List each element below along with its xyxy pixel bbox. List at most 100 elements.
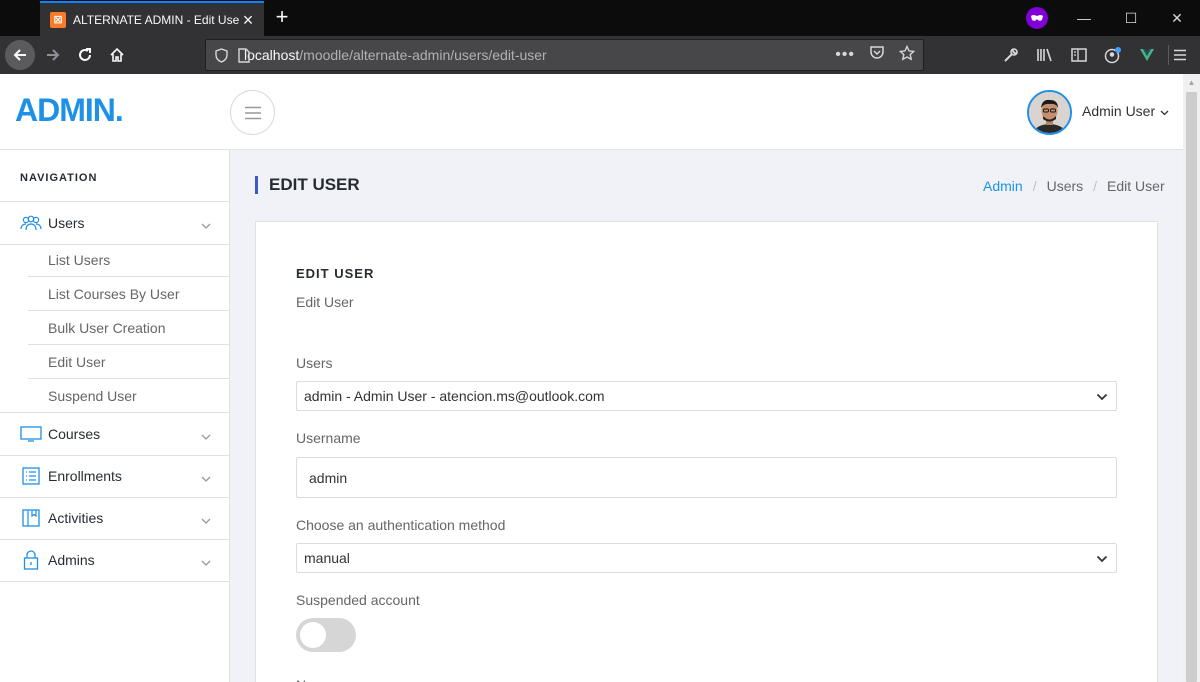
list-icon (20, 467, 42, 485)
chevron-down-icon (1096, 550, 1108, 566)
suspended-toggle[interactable] (296, 618, 356, 652)
wrench-icon[interactable] (1000, 45, 1022, 65)
toolbar-icons (1000, 45, 1158, 65)
sidebar: NAVIGATION Users List Users List Courses… (0, 150, 230, 682)
scroll-thumb[interactable] (1186, 92, 1197, 682)
page-title: EDIT USER (255, 176, 360, 194)
users-label: Users (296, 355, 333, 371)
url-host: localhost (244, 47, 300, 63)
forward-icon[interactable] (38, 40, 68, 70)
chevron-down-icon (201, 469, 211, 485)
breadcrumb-separator: / (1093, 178, 1098, 194)
browser-tab[interactable]: ⊠ ALTERNATE ADMIN - Edit User × (40, 3, 264, 36)
window-close-icon[interactable]: ✕ (1167, 8, 1187, 28)
sidebar-item-label: Admins (48, 552, 95, 568)
divider (0, 244, 229, 245)
sidebar-subitem-list-users[interactable]: List Users (48, 252, 110, 268)
pocket-icon[interactable] (869, 45, 885, 65)
top-header: ADMIN. Admin User (0, 74, 1183, 150)
bookmark-star-icon[interactable] (898, 44, 916, 66)
users-icon (20, 214, 42, 232)
card-title: EDIT USER (296, 266, 375, 281)
tab-title: ALTERNATE ADMIN - Edit User (73, 12, 240, 27)
browser-tabbar: ⊠ ALTERNATE ADMIN - Edit User × + — ☐ ✕ (0, 0, 1200, 36)
new-tab-icon[interactable]: + (270, 6, 294, 30)
sidebar-item-label: Users (48, 215, 85, 231)
reload-icon[interactable] (70, 40, 100, 70)
sidebar-item-courses[interactable]: Courses (0, 413, 229, 455)
toggle-knob (300, 622, 326, 648)
vue-devtools-icon[interactable] (1136, 45, 1158, 65)
breadcrumb: Admin / Users / Edit User (983, 178, 1165, 194)
sidebar-item-admins[interactable]: Admins (0, 539, 229, 581)
chevron-down-icon (201, 427, 211, 443)
divider (28, 310, 229, 311)
chevron-down-icon (201, 553, 211, 569)
user-name: Admin User (1082, 103, 1156, 119)
breadcrumb-users: Users (1046, 178, 1084, 194)
next-field-label: N (296, 677, 306, 682)
url-actions: ••• (835, 44, 916, 66)
home-icon[interactable] (102, 40, 132, 70)
divider (28, 276, 229, 277)
library-icon[interactable] (1034, 45, 1056, 65)
reader-view-icon[interactable] (1068, 45, 1090, 65)
sidebar-subitem-suspend-user[interactable]: Suspend User (48, 388, 137, 404)
username-input[interactable] (296, 457, 1117, 498)
suspended-label: Suspended account (296, 592, 420, 608)
breadcrumb-current: Edit User (1107, 178, 1165, 194)
menu-toggle-button[interactable] (230, 90, 275, 135)
breadcrumb-admin[interactable]: Admin (983, 178, 1023, 194)
avatar[interactable] (1027, 90, 1072, 135)
url-path: /moodle/alternate-admin/users/edit-user (299, 47, 547, 63)
chevron-down-icon (1160, 103, 1169, 119)
sidebar-item-activities[interactable]: Activities (0, 497, 229, 539)
browser-navbar: localhost/moodle/alternate-admin/users/e… (0, 36, 1200, 74)
breadcrumb-separator: / (1032, 178, 1037, 194)
scroll-up-icon[interactable]: ▲ (1183, 74, 1200, 91)
book-icon (20, 509, 42, 527)
minimize-icon[interactable]: — (1074, 8, 1094, 28)
sidebar-item-enrollments[interactable]: Enrollments (0, 455, 229, 497)
sidebar-item-label: Courses (48, 426, 101, 442)
close-tab-icon[interactable]: × (240, 11, 256, 29)
divider (28, 344, 229, 345)
xampp-favicon-icon: ⊠ (50, 11, 66, 28)
username-label: Username (296, 430, 361, 446)
users-select-value: admin - Admin User - atencion.ms@outlook… (304, 388, 605, 404)
auth-method-value: manual (304, 550, 350, 566)
auth-method-label: Choose an authentication method (296, 517, 506, 533)
private-browsing-icon (1026, 7, 1048, 29)
url-text: localhost/moodle/alternate-admin/users/e… (244, 47, 835, 63)
page-scrollbar[interactable]: ▲ (1183, 74, 1200, 682)
users-select[interactable]: admin - Admin User - atencion.ms@outlook… (296, 381, 1117, 411)
page-viewport: ADMIN. Admin User NAVIGATION Users List … (0, 74, 1183, 682)
sidebar-subitem-bulk-user-creation[interactable]: Bulk User Creation (48, 320, 166, 336)
divider (28, 378, 229, 379)
card-subtitle: Edit User (296, 294, 354, 310)
sidebar-subitem-list-courses-by-user[interactable]: List Courses By User (48, 286, 179, 302)
account-icon[interactable] (1102, 45, 1124, 65)
divider (0, 581, 229, 582)
more-actions-icon[interactable]: ••• (835, 46, 855, 64)
sidebar-item-label: Enrollments (48, 468, 122, 484)
sidebar-subitem-edit-user[interactable]: Edit User (48, 354, 106, 370)
back-icon[interactable] (5, 40, 35, 70)
auth-method-select[interactable]: manual (296, 543, 1117, 573)
user-menu-button[interactable]: Admin User (1082, 103, 1169, 119)
edit-user-card: EDIT USER Edit User Users admin - Admin … (255, 221, 1158, 682)
logo[interactable]: ADMIN. (15, 92, 124, 129)
monitor-icon (20, 425, 42, 443)
lock-icon (20, 550, 42, 570)
url-bar[interactable]: localhost/moodle/alternate-admin/users/e… (205, 39, 924, 71)
maximize-icon[interactable]: ☐ (1121, 8, 1141, 28)
nav-heading: NAVIGATION (20, 172, 98, 184)
chevron-down-icon (201, 216, 211, 232)
shield-icon[interactable] (215, 48, 228, 68)
app-menu-icon[interactable] (1168, 45, 1190, 65)
chevron-down-icon (1096, 388, 1108, 404)
sidebar-item-users[interactable]: Users (0, 202, 229, 244)
sidebar-item-label: Activities (48, 510, 104, 526)
page-info-icon[interactable] (238, 48, 250, 68)
chevron-down-icon (201, 511, 211, 527)
